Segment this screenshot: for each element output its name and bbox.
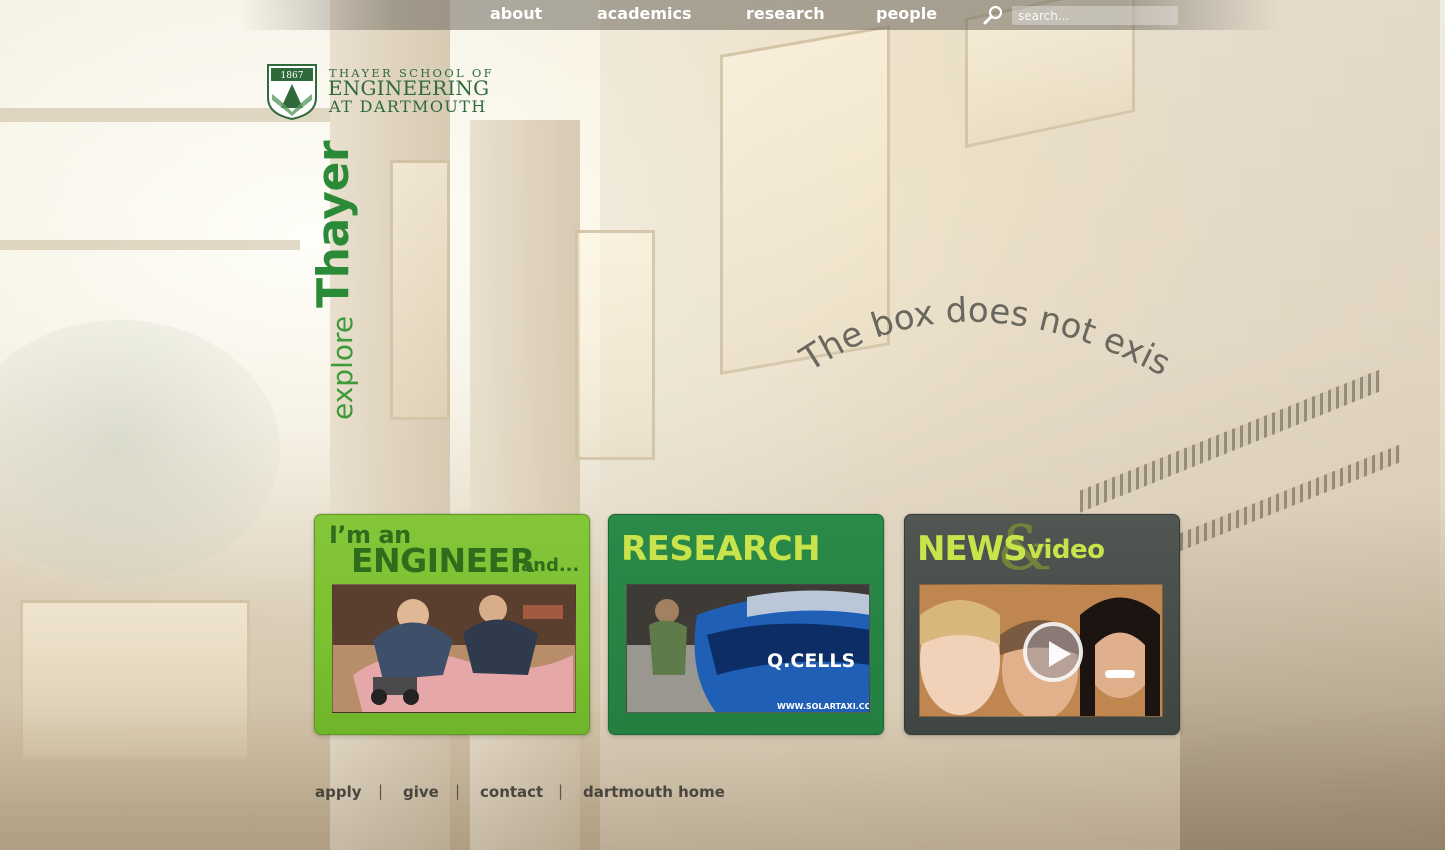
- news-video-box[interactable]: & NEWS video: [904, 514, 1180, 735]
- research-box[interactable]: RESEARCH Q.CELLS WWW.SOLARTAXI.COM: [608, 514, 884, 735]
- footer-apply-link[interactable]: apply: [315, 783, 362, 801]
- news-video-thumbnail[interactable]: [919, 584, 1163, 717]
- engineer-line-engineer: ENGINEER: [351, 541, 535, 580]
- background-window: [575, 230, 655, 460]
- footer-contact-link[interactable]: contact: [480, 783, 543, 801]
- svg-text:WWW.SOLARTAXI.COM: WWW.SOLARTAXI.COM: [777, 702, 870, 711]
- search-icon[interactable]: [982, 4, 1004, 26]
- play-icon: [1049, 641, 1071, 667]
- play-button[interactable]: [1023, 622, 1083, 682]
- explore-word: explore: [326, 315, 359, 420]
- nav-academics[interactable]: academics: [597, 4, 692, 23]
- research-photo-art: Q.CELLS WWW.SOLARTAXI.COM: [627, 585, 870, 712]
- research-title: RESEARCH: [621, 529, 821, 569]
- explore-thayer-heading: explore Thayer: [308, 140, 359, 420]
- nav-about[interactable]: about: [490, 4, 542, 23]
- background-tree: [0, 320, 280, 580]
- engineer-box[interactable]: I’m an ENGINEER and...: [314, 514, 590, 735]
- svg-text:1867: 1867: [281, 71, 304, 81]
- footer-separator: |: [378, 782, 384, 800]
- tagline: The box does not exist.: [783, 259, 1176, 384]
- news-title: NEWS: [917, 529, 1028, 569]
- video-subtitle: video: [1027, 535, 1105, 565]
- nav-people[interactable]: people: [876, 4, 937, 23]
- svg-text:Q.CELLS: Q.CELLS: [767, 650, 855, 672]
- top-nav: about academics research people: [240, 0, 1280, 30]
- seal-icon: 1867: [267, 64, 317, 120]
- search-input[interactable]: [1012, 6, 1178, 25]
- engineer-photo-art: [333, 585, 575, 712]
- footer-give-link[interactable]: give: [403, 783, 439, 801]
- thayer-logo[interactable]: 1867 THAYER SCHOOL OF ENGINEERING AT DAR…: [267, 64, 522, 122]
- logo-line-dartmouth: AT DARTMOUTH: [329, 97, 487, 116]
- footer-dartmouth-home-link[interactable]: dartmouth home: [583, 783, 725, 801]
- research-photo: Q.CELLS WWW.SOLARTAXI.COM: [626, 584, 870, 713]
- footer-separator: |: [455, 782, 461, 800]
- engineer-line-and: and...: [521, 555, 580, 576]
- background-beam: [0, 240, 300, 250]
- footer-separator: |: [558, 782, 564, 800]
- background-window: [390, 160, 450, 420]
- thayer-word: Thayer: [308, 140, 359, 308]
- engineer-photo: [332, 584, 576, 713]
- nav-research[interactable]: research: [746, 4, 825, 23]
